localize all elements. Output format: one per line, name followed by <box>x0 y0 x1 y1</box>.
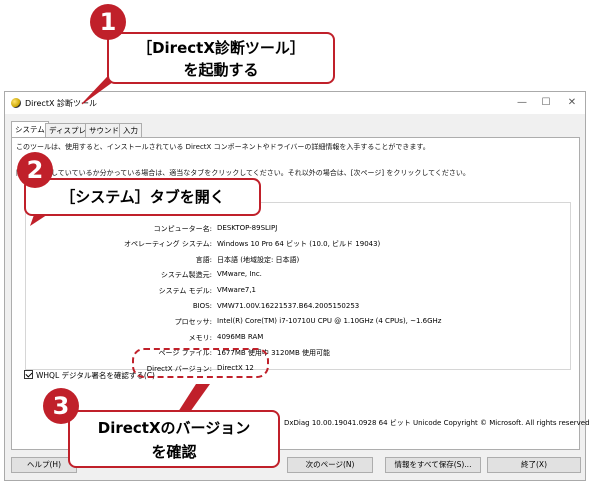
system-info-row: オペレーティング システム: Windows 10 Pro 64 ビット (10.… <box>12 239 572 251</box>
system-info-label: プロセッサ: <box>174 318 212 327</box>
system-info-label: システム モデル: <box>158 287 212 295</box>
save-all-button[interactable]: 情報をすべて保存(S)... <box>385 457 481 473</box>
step1-callout: ［DirectX診断ツール］ を起動する <box>107 32 335 84</box>
exit-button[interactable]: 終了(X) <box>487 457 581 473</box>
system-info-label: コンピューター名: <box>153 224 212 233</box>
step2-callout: ［システム］タブを開く <box>24 178 261 216</box>
directx-app-icon <box>11 98 21 108</box>
tab-system[interactable]: システム <box>11 121 49 137</box>
system-info-value: VMware, Inc. <box>217 270 262 279</box>
system-info-value: 日本語 (地域設定: 日本語) <box>217 255 300 264</box>
system-info-value: Windows 10 Pro 64 ビット (10.0, ビルド 19043) <box>217 240 381 249</box>
system-info-label: システム製造元: <box>160 271 212 280</box>
system-info-value: Intel(R) Core(TM) i7-10710U CPU @ 1.10GH… <box>217 317 442 326</box>
step3-callout: DirectXのバージョン を確認 <box>68 410 280 468</box>
system-info-row: システム製造元: VMware, Inc. <box>12 270 572 282</box>
next-page-button[interactable]: 次のページ(N) <box>287 457 373 473</box>
system-info-label: オペレーティング システム: <box>124 240 212 249</box>
tab-input[interactable]: 入力 <box>119 123 142 137</box>
step1-line2: を起動する <box>183 61 259 79</box>
system-info-row: プロセッサ: Intel(R) Core(TM) i7-10710U CPU @ … <box>12 317 572 329</box>
directx-version-highlight <box>132 348 269 378</box>
step1-number: 1 <box>90 4 126 40</box>
system-info-row: 言語: 日本語 (地域設定: 日本語) <box>12 255 572 267</box>
system-info-label: メモリ: <box>188 333 212 342</box>
system-info-value: DESKTOP-89SLIPJ <box>217 223 278 232</box>
system-info-row: コンピューター名: DESKTOP-89SLIPJ <box>12 224 572 236</box>
close-button[interactable]: ✕ <box>558 95 586 111</box>
system-info-value: VMW71.00V.16221537.B64.2005150253 <box>217 301 360 310</box>
step2-text: ［システム］タブを開く <box>60 188 225 206</box>
window-title: DirectX 診断ツール <box>25 99 97 108</box>
dxdiag-version-info: DxDiag 10.00.19041.0928 64 ビット Unicode C… <box>284 419 590 427</box>
system-info-row: メモリ: 4096MB RAM <box>12 333 572 345</box>
system-info-value: VMware7,1 <box>217 286 257 294</box>
step3-number: 3 <box>43 388 79 424</box>
system-info-row: システム モデル: VMware7,1 <box>12 286 572 298</box>
system-info-label: BIOS: <box>192 301 212 310</box>
system-info-label: 言語: <box>195 255 212 264</box>
system-info-row: BIOS: VMW71.00V.16221537.B64.2005150253 <box>12 302 572 314</box>
step3-line2: を確認 <box>151 443 197 461</box>
whql-checkbox[interactable] <box>24 370 33 379</box>
system-info-row: ページ ファイル: 1677MB 使用中 3120MB 使用可能 <box>12 348 572 360</box>
tab-sound[interactable]: サウンド <box>85 123 123 137</box>
title-bar: DirectX 診断ツール — ☐ ✕ <box>5 92 585 114</box>
step3-line1: DirectXのバージョン <box>97 419 251 437</box>
maximize-button[interactable]: ☐ <box>532 95 560 111</box>
step1-line1: ［DirectX診断ツール］ <box>137 39 305 57</box>
step2-number: 2 <box>17 152 53 188</box>
system-info-value: 4096MB RAM <box>217 332 264 341</box>
